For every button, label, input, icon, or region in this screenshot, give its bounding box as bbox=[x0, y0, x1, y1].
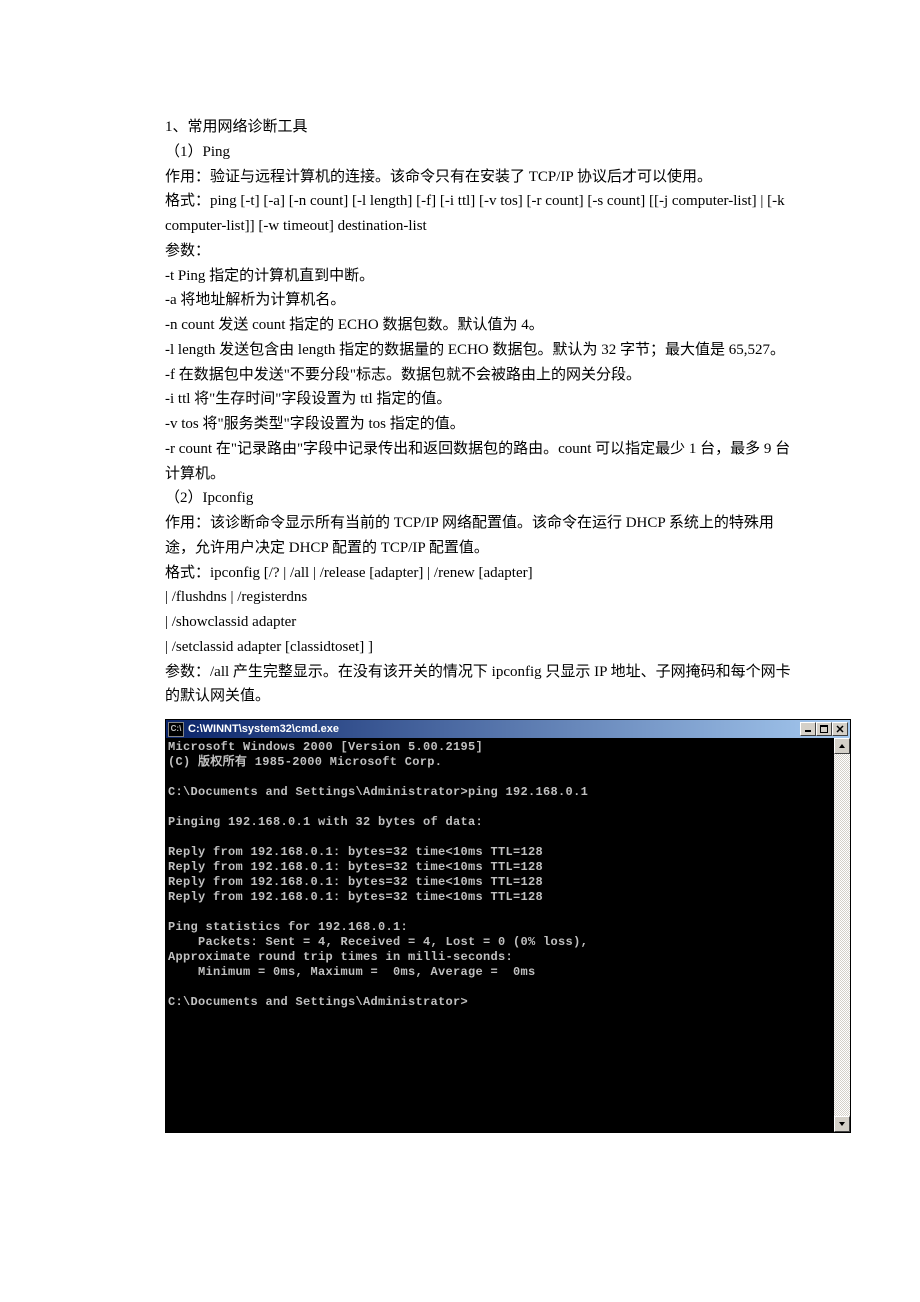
text-line: 作用：验证与远程计算机的连接。该命令只有在安装了 TCP/IP 协议后才可以使用… bbox=[165, 165, 800, 190]
text-line: -r count 在"记录路由"字段中记录传出和返回数据包的路由。count 可… bbox=[165, 437, 800, 487]
window-title: C:\WINNT\system32\cmd.exe bbox=[188, 720, 800, 738]
page: 1、常用网络诊断工具 （1）Ping 作用：验证与远程计算机的连接。该命令只有在… bbox=[0, 0, 920, 1302]
text-line: -f 在数据包中发送"不要分段"标志。数据包就不会被路由上的网关分段。 bbox=[165, 363, 800, 388]
cmd-client-area: Microsoft Windows 2000 [Version 5.00.219… bbox=[166, 738, 850, 1132]
minimize-icon bbox=[804, 725, 812, 733]
close-icon bbox=[836, 725, 844, 733]
window-buttons bbox=[800, 722, 848, 736]
text-line: | /flushdns | /registerdns bbox=[165, 585, 800, 610]
arrow-down-icon bbox=[838, 1120, 846, 1128]
maximize-button[interactable] bbox=[816, 722, 832, 736]
text-line: | /showclassid adapter bbox=[165, 610, 800, 635]
text-line: （2）Ipconfig bbox=[165, 486, 800, 511]
cmd-icon: C:\ bbox=[168, 722, 184, 737]
text-line: 作用：该诊断命令显示所有当前的 TCP/IP 网络配置值。该命令在运行 DHCP… bbox=[165, 511, 800, 561]
text-line: -a 将地址解析为计算机名。 bbox=[165, 288, 800, 313]
text-line: -v tos 将"服务类型"字段设置为 tos 指定的值。 bbox=[165, 412, 800, 437]
scroll-track[interactable] bbox=[834, 754, 850, 1116]
arrow-up-icon bbox=[838, 742, 846, 750]
minimize-button[interactable] bbox=[800, 722, 816, 736]
text-line: （1）Ping bbox=[165, 140, 800, 165]
close-button[interactable] bbox=[832, 722, 848, 736]
text-line: -n count 发送 count 指定的 ECHO 数据包数。默认值为 4。 bbox=[165, 313, 800, 338]
text-line: 1、常用网络诊断工具 bbox=[165, 115, 800, 140]
document-text: 1、常用网络诊断工具 （1）Ping 作用：验证与远程计算机的连接。该命令只有在… bbox=[165, 115, 800, 709]
text-line: -t Ping 指定的计算机直到中断。 bbox=[165, 264, 800, 289]
cmd-output[interactable]: Microsoft Windows 2000 [Version 5.00.219… bbox=[166, 738, 834, 1132]
text-line: -i ttl 将"生存时间"字段设置为 ttl 指定的值。 bbox=[165, 387, 800, 412]
scroll-down-button[interactable] bbox=[834, 1116, 850, 1132]
text-line: 参数： bbox=[165, 239, 800, 264]
window-titlebar[interactable]: C:\ C:\WINNT\system32\cmd.exe bbox=[166, 720, 850, 738]
text-line: 参数：/all 产生完整显示。在没有该开关的情况下 ipconfig 只显示 I… bbox=[165, 660, 800, 710]
cmd-window: C:\ C:\WINNT\system32\cmd.exe Microsoft … bbox=[165, 719, 851, 1133]
maximize-icon bbox=[820, 725, 828, 733]
scroll-up-button[interactable] bbox=[834, 738, 850, 754]
text-line: -l length 发送包含由 length 指定的数据量的 ECHO 数据包。… bbox=[165, 338, 800, 363]
text-line: 格式：ping [-t] [-a] [-n count] [-l length]… bbox=[165, 189, 800, 239]
text-line: 格式：ipconfig [/? | /all | /release [adapt… bbox=[165, 561, 800, 586]
vertical-scrollbar[interactable] bbox=[834, 738, 850, 1132]
text-line: | /setclassid adapter [classidtoset] ] bbox=[165, 635, 800, 660]
